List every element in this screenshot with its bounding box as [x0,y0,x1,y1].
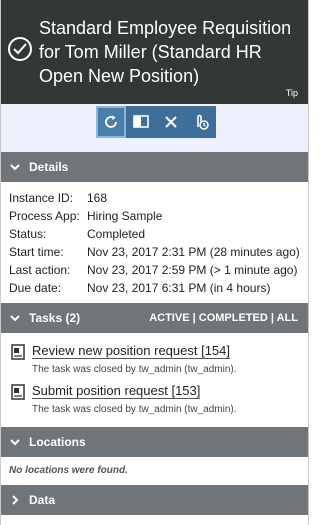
locations-empty-text: No locations were found. [9,465,128,476]
chevron-right-icon [9,494,21,506]
task-complete-icon [11,344,25,360]
filter-separator: | [189,312,199,324]
tasks-section-header[interactable]: Tasks (2) ACTIVE | COMPLETED | ALL [1,303,308,333]
detail-label: Instance ID: [9,191,74,205]
detail-label: Last action: [9,263,71,277]
chevron-down-icon [9,312,21,324]
toolbar-area [1,104,308,152]
chevron-down-icon [9,436,21,448]
list-item: Submit position request [153] The task w… [11,383,308,415]
data-section-label: Data [29,493,56,507]
detail-label: Status: [9,227,47,241]
filter-completed[interactable]: COMPLETED [199,312,268,324]
completed-check-icon [8,37,32,61]
tasks-section-label: Tasks (2) [29,311,81,325]
task-subtitle: The task was closed by tw_admin (tw_admi… [32,364,237,375]
page-title: Standard Employee Requisition for Tom Mi… [39,18,292,86]
task-link[interactable]: Review new position request [154] [32,343,231,359]
detail-row-status: Status: Completed [9,225,308,243]
filter-all[interactable]: ALL [277,312,298,324]
close-button[interactable] [156,106,186,138]
detail-value: Nov 23, 2017 6:31 PM (in 4 hours) [87,281,271,295]
details-section-header[interactable]: Details [1,152,308,182]
detail-value: Completed [87,227,146,241]
close-icon [165,116,177,128]
detail-row-start-time: Start time: Nov 23, 2017 2:31 PM (28 min… [9,243,308,261]
task-link[interactable]: Submit position request [153] [32,383,201,399]
locations-section-label: Locations [29,435,86,449]
details-section-label: Details [29,160,69,174]
detail-row-process-app: Process App: Hiring Sample [9,207,308,225]
detail-label: Process App: [9,209,80,223]
task-complete-icon [11,384,25,400]
data-section-header[interactable]: Data [1,485,308,515]
task-list: Review new position request [154] The ta… [1,333,308,427]
detail-row-instance-id: Instance ID: 168 [9,189,308,207]
filter-separator: | [267,312,277,324]
flag-icon [133,115,149,128]
list-item: Review new position request [154] The ta… [11,343,308,375]
tip-link[interactable]: Tip [286,88,298,98]
detail-value: Nov 23, 2017 2:31 PM (28 minutes ago) [87,245,300,259]
toolbar [96,106,216,138]
instance-details-panel: Standard Employee Requisition for Tom Mi… [0,0,309,525]
locations-section-header[interactable]: Locations [1,427,308,457]
chevron-down-icon [9,161,21,173]
detail-label: Due date: [9,281,62,295]
detail-value: Nov 23, 2017 2:59 PM (> 1 minute ago) [87,263,298,277]
detail-value: Hiring Sample [87,209,163,223]
touch-icon [197,114,209,130]
panel-header: Standard Employee Requisition for Tom Mi… [1,0,308,104]
refresh-icon [105,115,117,128]
detail-row-last-action: Last action: Nov 23, 2017 2:59 PM (> 1 m… [9,261,308,279]
flag-button[interactable] [126,106,156,138]
refresh-button[interactable] [96,106,126,138]
detail-label: Start time: [9,245,64,259]
touch-button[interactable] [186,106,216,138]
task-subtitle: The task was closed by tw_admin (tw_admi… [32,404,237,415]
filter-active[interactable]: ACTIVE [149,312,189,324]
detail-value: 168 [87,191,108,205]
task-filter-bar: ACTIVE | COMPLETED | ALL [149,312,298,324]
detail-row-due-date: Due date: Nov 23, 2017 6:31 PM (in 4 hou… [9,279,308,297]
details-list: Instance ID: 168 Process App: Hiring Sam… [1,182,308,303]
